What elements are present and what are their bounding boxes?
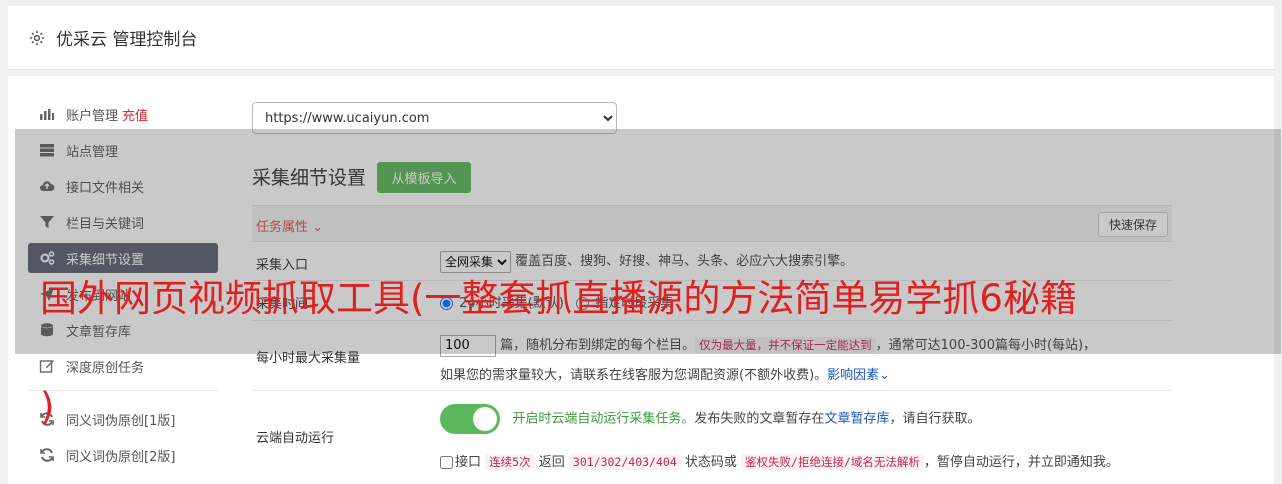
cloud-code2: 301/302/403/404: [568, 454, 681, 470]
cloud-cb-label: 接口: [455, 455, 482, 470]
toggle-knob: [473, 407, 497, 431]
article-title-banner-line2: ): [40, 385, 55, 428]
sidebar-item-label: 同义词伪原创[1版]: [66, 413, 176, 429]
cloud-code1: 连续5次: [485, 454, 535, 470]
cloud-text3: 返回: [538, 455, 565, 470]
sidebar-item-label: 同义词伪原创[2版]: [66, 449, 176, 465]
sidebar-item-synonym-v1[interactable]: 同义词伪原创[1版]: [28, 401, 218, 437]
sidebar-item-account[interactable]: 账户管理 充值: [28, 96, 218, 132]
cloud-text2: ，请自行获取。: [889, 411, 981, 427]
edit-icon: [38, 358, 56, 374]
cloud-code3: 鉴权失败/拒绝连接/域名无法解析: [741, 454, 924, 470]
cloud-auto-run-toggle[interactable]: [440, 404, 500, 434]
impact-factors-link[interactable]: 影响因素: [827, 368, 879, 383]
refresh-icon: [38, 447, 56, 463]
storage-link[interactable]: 文章暂存库: [824, 412, 889, 427]
cloud-text5: ，暂停自动运行，并立即通知我。: [923, 455, 1119, 470]
article-title-banner: 国外网页视频抓取工具(一整套抓直播源的方法简单易学抓6秘籍: [40, 277, 1077, 320]
app-title: 优采云 管理控制台: [56, 30, 198, 50]
sidebar-item-label: 深度原创任务: [66, 360, 145, 376]
cloud-content: 开启时云端自动运行采集任务。发布失败的文章暂存在文章暂存库，请自行获取。: [440, 404, 1170, 434]
pause-on-error-checkbox[interactable]: [440, 456, 453, 469]
sidebar-item-label: 账户管理: [66, 108, 119, 124]
chevron-down-icon: ⌄: [879, 368, 891, 383]
header-bar: 优采云 管理控制台: [8, 6, 1274, 70]
max-line2: 如果您的需求量较大，请联系在线客服为您调配资源(不额外收费)。: [440, 368, 828, 383]
bar-chart-icon: [38, 106, 56, 122]
cloud-green-text: 开启时云端自动运行采集任务。: [512, 411, 695, 427]
recharge-link[interactable]: 充值: [122, 105, 148, 124]
cloud-text1: 发布失败的文章暂存在: [694, 411, 825, 427]
sidebar-item-synonym-v2[interactable]: 同义词伪原创[2版]: [28, 437, 218, 473]
gear-icon: [29, 30, 45, 45]
sidebar-divider: [28, 390, 218, 391]
cloud-pause-content: 接口 连续5次 返回 301/302/403/404 状态码或 鉴权失败/拒绝连…: [440, 451, 1180, 470]
cloud-text4: 状态码或: [684, 455, 737, 470]
cloud-label: 云端自动运行: [256, 431, 335, 446]
row-cloud: 云端自动运行 开启时云端自动运行采集任务。发布失败的文章暂存在文章暂存库，请自行…: [252, 391, 1172, 484]
